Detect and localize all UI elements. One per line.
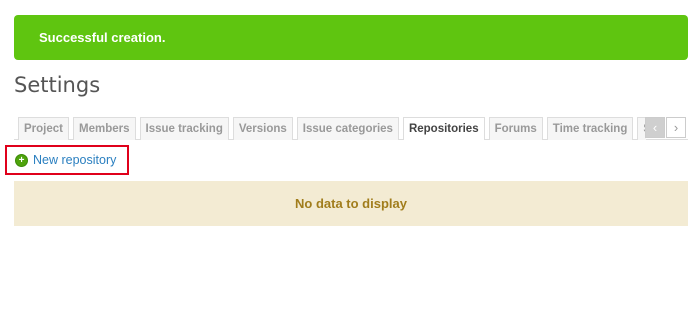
tab-forums[interactable]: Forums: [488, 117, 543, 140]
tab-members[interactable]: Members: [73, 117, 136, 140]
tab-time-tracking[interactable]: Time tracking: [546, 117, 634, 140]
success-flash: Successful creation.: [14, 15, 688, 60]
no-data-message: No data to display: [14, 181, 688, 226]
flash-message: Successful creation.: [39, 30, 166, 45]
chevron-left-icon: ‹: [652, 120, 658, 135]
tabs-scroll-right-button[interactable]: ›: [666, 117, 686, 138]
tab-issue-categories[interactable]: Issue categories: [296, 117, 399, 140]
chevron-right-icon: ›: [673, 120, 679, 135]
new-repository-link[interactable]: + New repository: [15, 153, 116, 167]
add-circle-icon: +: [15, 153, 28, 167]
new-repository-label: New repository: [33, 153, 117, 167]
page-title: Settings: [14, 73, 101, 97]
tab-issue-tracking[interactable]: Issue tracking: [139, 117, 229, 140]
tabs-bar: Project Members Issue tracking Versions …: [18, 117, 646, 140]
no-data-text: No data to display: [295, 196, 407, 211]
tab-repositories[interactable]: Repositories: [402, 117, 485, 140]
tab-project[interactable]: Project: [18, 117, 69, 140]
tabs-scroll-left-button[interactable]: ‹: [645, 117, 665, 138]
tab-versions[interactable]: Versions: [232, 117, 293, 140]
